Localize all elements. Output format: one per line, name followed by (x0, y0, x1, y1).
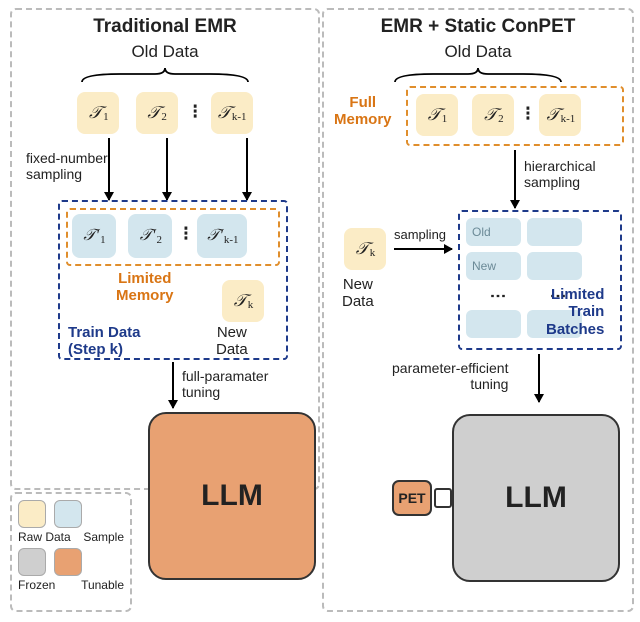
task-box-t1: 𝒯1 (77, 92, 119, 134)
batch-cell-old: Old (466, 218, 521, 246)
batch-cell (466, 310, 521, 338)
batch-grid: Old New (466, 218, 582, 280)
batch-cell-new: New (466, 252, 521, 280)
sample-box-s1: 𝒯'1 (72, 214, 116, 258)
pet-box: PET (392, 480, 432, 516)
left-title: Traditional EMR (12, 16, 318, 38)
sampling-label: sampling (394, 228, 446, 243)
limited-batches-label: Limited Train Batches (546, 286, 604, 338)
train-data-label: Train Data (Step k) (68, 324, 141, 359)
brace-icon (393, 66, 563, 84)
legend-swatch-frozen (18, 548, 46, 576)
batch-cell (527, 252, 582, 280)
legend-raw (18, 500, 46, 528)
legend-sample-label: Sample (83, 530, 124, 544)
connector-box (434, 488, 452, 508)
task-box-t2-r: 𝒯2 (472, 94, 514, 136)
sample-box-sk1: 𝒯'k-1 (197, 214, 247, 258)
llm-label: LLM (201, 479, 263, 513)
batch-cell (527, 218, 582, 246)
pet-tuning-label: parameter-efficient tuning (392, 360, 508, 392)
legend-swatch-tunable (54, 548, 82, 576)
full-param-label: full-paramater tuning (182, 368, 268, 400)
legend-tunable-label: Tunable (81, 578, 124, 592)
sample-box-s2: 𝒯'2 (128, 214, 172, 258)
task-box-tk1: 𝒯k-1 (211, 92, 253, 134)
arrow-icon (108, 138, 110, 200)
dots-icon: ⋮ (488, 288, 507, 301)
arrow-icon (394, 248, 452, 250)
arrow-icon (514, 150, 516, 208)
fixed-sampling-label: fixed-number sampling (26, 150, 108, 182)
legend-swatch-sample (54, 500, 82, 528)
full-memory-label: Full Memory (334, 94, 392, 129)
legend-tunable (54, 548, 82, 576)
task-box-t1-r: 𝒯1 (416, 94, 458, 136)
task-box-tk: 𝒯k (222, 280, 264, 322)
hier-sampling-label: hierarchical sampling (524, 158, 596, 190)
legend-frozen-label: Frozen (18, 578, 55, 592)
right-title: EMR + Static ConPET (324, 16, 632, 38)
old-data-label-left: Old Data (12, 42, 318, 62)
legend-sample (54, 500, 82, 528)
arrow-icon (172, 362, 174, 408)
limited-memory-label: Limited Memory (116, 270, 174, 305)
pet-label: PET (398, 490, 425, 506)
llm-label-right: LLM (505, 481, 567, 515)
legend-raw-label: Raw Data (18, 530, 71, 544)
dots-icon: ⁝ (192, 101, 196, 123)
task-box-tk-r: 𝒯k (344, 228, 386, 270)
task-box-tk1-r: 𝒯k-1 (539, 94, 581, 136)
legend-panel: Raw Data Sample Frozen Tunable (10, 492, 132, 612)
dots-icon: ⁝ (525, 103, 529, 125)
new-data-label-left: New Data (216, 324, 248, 359)
llm-box-tunable: LLM (148, 412, 316, 580)
task-box-t2: 𝒯2 (136, 92, 178, 134)
llm-box-frozen: LLM (452, 414, 620, 582)
arrow-icon (166, 138, 168, 200)
legend-swatch-raw (18, 500, 46, 528)
old-data-label-right: Old Data (324, 42, 632, 62)
new-data-label-right: New Data (342, 276, 374, 311)
arrow-icon (246, 138, 248, 200)
arrow-icon (538, 354, 540, 402)
dots-icon: ⁝ (183, 223, 187, 245)
legend-frozen (18, 548, 46, 576)
brace-icon (80, 66, 250, 84)
emr-conpet-panel: EMR + Static ConPET Old Data Full Memory… (322, 8, 634, 612)
